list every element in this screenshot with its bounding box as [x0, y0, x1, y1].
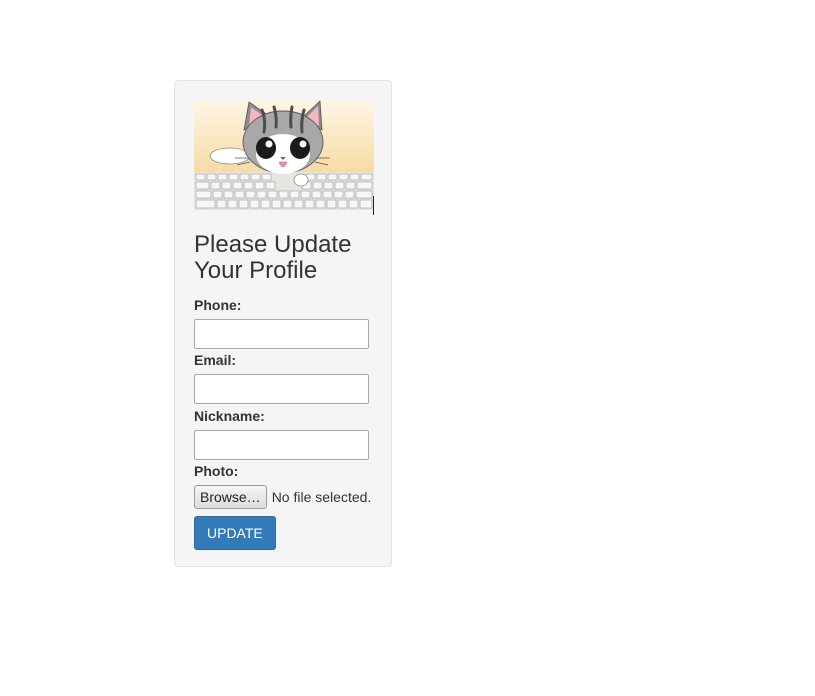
- phone-field[interactable]: [194, 319, 369, 349]
- profile-panel: Please Update Your Profile Phone: Email:…: [174, 80, 392, 567]
- email-label: Email:: [194, 352, 237, 368]
- photo-label: Photo:: [194, 463, 239, 479]
- file-status-text: No file selected.: [271, 489, 372, 505]
- phone-label: Phone:: [194, 297, 242, 313]
- browse-button[interactable]: Browse…: [194, 485, 267, 509]
- cat-keyboard-image: [194, 100, 374, 215]
- update-button[interactable]: UPDATE: [194, 516, 276, 550]
- page-title: Please Update Your Profile: [194, 231, 352, 284]
- photo-file-picker: Browse… No file selected.: [194, 485, 371, 509]
- nickname-label: Nickname:: [194, 408, 265, 424]
- email-field[interactable]: [194, 374, 369, 404]
- nickname-field[interactable]: [194, 430, 369, 460]
